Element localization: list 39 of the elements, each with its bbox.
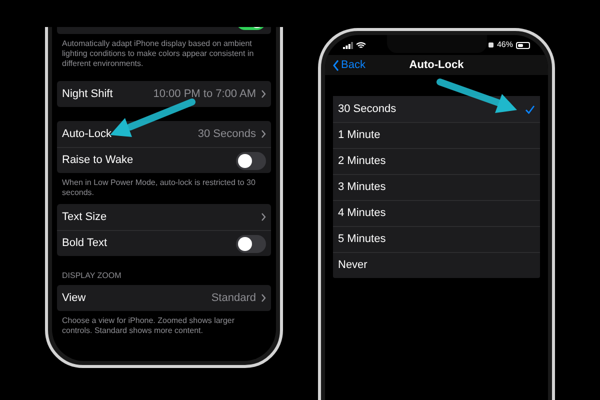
chevron-icon [261, 130, 266, 138]
row-label: Auto-Lock [62, 126, 112, 142]
row-value: 10:00 PM to 7:00 AM [153, 86, 256, 102]
section-footer: Automatically adapt iPhone display based on ambient lighting conditions to make colors appear consistent in different environments. [57, 39, 271, 69]
row-label: Text Size [62, 210, 107, 225]
section-footer: When in Low Power Mode, auto-lock is restricted to 30 seconds. [57, 178, 271, 198]
settings-row[interactable]: Text Size [57, 204, 271, 230]
row-label: View [62, 290, 86, 306]
screen-title: Auto-Lock [409, 58, 464, 73]
chevron-icon [261, 213, 266, 221]
option-row[interactable]: 30 Seconds [333, 96, 540, 122]
chevron-icon [261, 90, 266, 98]
option-row[interactable]: Never [333, 252, 540, 278]
row-value: Standard [211, 290, 256, 306]
toggle-switch[interactable] [236, 234, 266, 252]
toggle-switch[interactable] [236, 152, 266, 170]
checkmark-icon [525, 104, 535, 114]
back-icon [333, 60, 339, 70]
option-row[interactable]: 3 Minutes [333, 174, 540, 200]
settings-row[interactable]: View Standard [57, 285, 271, 311]
settings-row[interactable]: Night Shift 10:00 PM to 7:00 AM [57, 81, 271, 107]
settings-row[interactable]: Auto-Lock 30 Seconds [57, 121, 271, 147]
row-value: 30 Seconds [198, 126, 256, 142]
chevron-icon [261, 294, 266, 302]
row-label: Bold Text [62, 236, 108, 252]
row-label: Night Shift [62, 86, 113, 102]
section-footer: Choose a view for iPhone. Zoomed shows larger controls. Standard shows more content. [57, 316, 271, 336]
signal-icon [343, 42, 353, 48]
option-row[interactable]: 5 Minutes [333, 226, 540, 252]
option-row[interactable]: 1 Minute [333, 122, 540, 148]
battery-percentage: 46% [496, 39, 513, 51]
option-row[interactable]: 2 Minutes [333, 148, 540, 174]
back-button[interactable]: Back [333, 56, 366, 74]
row-label: Raise to Wake [62, 153, 134, 168]
option-row[interactable]: 4 Minutes [333, 200, 540, 226]
battery-icon [516, 42, 530, 48]
section-header: DISPLAY ZOOM [61, 270, 122, 282]
wifi-icon [356, 42, 366, 48]
alarm-icon [488, 42, 494, 48]
